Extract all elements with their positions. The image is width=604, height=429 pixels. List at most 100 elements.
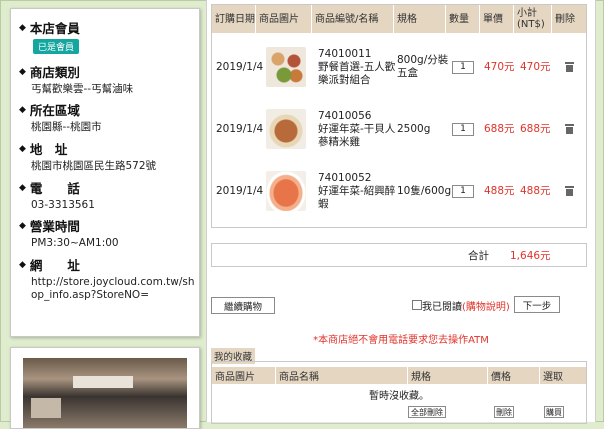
unit-price: 470元	[484, 60, 515, 73]
header-subtotal-line2: (NT$)	[517, 19, 545, 30]
qty-cell: 1	[452, 165, 474, 217]
header-delete: 刪除	[555, 13, 575, 25]
delete-cell	[565, 103, 574, 155]
product-name-line1[interactable]: 好運年菜-干貝人	[318, 123, 395, 136]
atm-warning: *本商店絕不會用電話要求您去操作ATM	[313, 335, 489, 346]
total-label: 合計	[468, 250, 489, 262]
product-name-cell: 74010052 好運年菜-紹興醉 蝦	[318, 165, 395, 217]
trash-icon[interactable]	[565, 62, 574, 72]
category-label: 商店類別	[29, 65, 80, 80]
website-link-line2[interactable]: op_info.asp?StoreNO=	[31, 289, 195, 302]
cart-total-row: 合計 1,646元	[211, 243, 587, 267]
delete-cell	[565, 41, 574, 93]
store-sign-shape	[73, 376, 133, 388]
product-spec-cell: 2500g	[397, 122, 431, 135]
read-prefix: 我已閱讀	[422, 302, 462, 313]
favorites-table: 商品圖片 商品名稱 規格 價格 選取 暫時沒收藏。 全部刪除 刪除 購買	[211, 361, 587, 424]
region-value: 桃園縣--桃園市	[31, 121, 102, 133]
qty-cell: 1	[452, 41, 474, 93]
subtotal: 470元	[520, 60, 551, 73]
header-spec: 規格	[394, 5, 446, 33]
trash-icon[interactable]	[565, 124, 574, 134]
product-code: 74010056	[318, 109, 372, 122]
member-label: 本店會員	[29, 21, 80, 36]
quantity-input[interactable]: 1	[452, 60, 474, 74]
website-label: 網 址	[29, 258, 80, 273]
product-name-line2[interactable]: 蔘精米雞	[318, 136, 360, 149]
cart-row: 2019/1/4 74010011 野餐首選-五人歡 樂派對組合 800g/分裝…	[212, 41, 586, 93]
header-qty: 數量	[446, 5, 480, 33]
product-name-cell: 74010056 好運年菜-干貝人 蔘精米雞	[318, 103, 395, 155]
delete-cell	[565, 165, 574, 217]
buy-favorite-button[interactable]: 購買	[544, 406, 564, 418]
diamond-bullet-icon: ◆	[19, 220, 26, 231]
region-label: 所在區域	[29, 103, 80, 118]
header-name: 商品編號/名稱	[312, 5, 394, 33]
favorites-header-row: 商品圖片 商品名稱 規格 價格 選取	[212, 367, 586, 384]
cart-header-row: 訂購日期 商品圖片 商品編號/名稱 規格 數量 單價 小計 (NT$) 刪除	[212, 5, 586, 33]
diamond-bullet-icon: ◆	[19, 22, 26, 33]
unit-price: 488元	[484, 184, 515, 197]
fav-header-image: 商品圖片	[212, 367, 276, 384]
continue-shopping-button[interactable]: 繼續購物	[211, 297, 275, 314]
total-value: 1,646元	[510, 250, 551, 262]
trash-icon[interactable]	[565, 186, 574, 196]
header-subtotal: 小計 (NT$)	[514, 5, 552, 33]
favorites-empty-text: 暫時沒收藏。	[369, 391, 429, 402]
cart-row-date: 2019/1/4	[216, 184, 264, 197]
header-price: 單價	[480, 5, 514, 33]
diamond-bullet-icon: ◆	[19, 104, 26, 115]
website-section: ◆ 網 址 http://store.joycloud.com.tw/sh op_…	[19, 255, 195, 302]
hours-section: ◆ 營業時間 PM3:30~AM1:00	[19, 216, 119, 250]
next-step-button[interactable]: 下一步	[514, 296, 560, 313]
product-thumb-cell	[266, 41, 306, 93]
product-spec-line1: 800g/分裝	[397, 54, 449, 66]
cart-row-date: 2019/1/4	[216, 60, 264, 73]
member-section: ◆ 本店會員 已是會員	[19, 18, 80, 54]
address-label: 地 址	[29, 142, 68, 157]
fav-header-price: 價格	[488, 367, 540, 384]
diamond-bullet-icon: ◆	[19, 143, 26, 154]
header-subtotal-line1: 小計	[517, 8, 537, 19]
quantity-input[interactable]: 1	[452, 184, 474, 198]
store-counter-shape	[31, 398, 61, 418]
shopping-guide-link[interactable]: (購物說明)	[462, 302, 510, 313]
fav-header-spec: 規格	[408, 367, 488, 384]
website-link-line1[interactable]: http://store.joycloud.com.tw/sh	[31, 276, 195, 289]
subtotal: 688元	[520, 122, 551, 135]
fav-header-select: 選取	[543, 372, 563, 383]
unit-price: 688元	[484, 122, 515, 135]
product-name-line2[interactable]: 樂派對組合	[318, 74, 371, 87]
agree-checkbox[interactable]	[412, 300, 422, 310]
product-image[interactable]	[266, 47, 306, 87]
read-agreement-label: 我已閱讀(購物說明)	[422, 298, 510, 313]
product-image[interactable]	[266, 109, 306, 149]
diamond-bullet-icon: ◆	[19, 182, 26, 193]
product-thumb-cell	[266, 103, 306, 155]
qty-cell: 1	[452, 103, 474, 155]
delete-all-button[interactable]: 全部刪除	[408, 406, 446, 418]
delete-favorite-button[interactable]: 刪除	[494, 406, 514, 418]
store-photo-card	[10, 347, 200, 429]
product-name-line1[interactable]: 好運年菜-紹興醉	[318, 185, 395, 198]
quantity-input[interactable]: 1	[452, 122, 474, 136]
cart-table: 訂購日期 商品圖片 商品編號/名稱 規格 數量 單價 小計 (NT$) 刪除 2…	[211, 4, 587, 228]
subtotal: 488元	[520, 184, 551, 197]
hours-value: PM3:30~AM1:00	[31, 237, 119, 249]
phone-label: 電 話	[29, 181, 80, 196]
cart-row-date: 2019/1/4	[216, 122, 264, 135]
product-name-cell: 74010011 野餐首選-五人歡 樂派對組合	[318, 41, 395, 93]
member-badge: 已是會員	[33, 39, 80, 54]
category-section: ◆ 商店類別 丐幫歡樂雲--丐幫滷味	[19, 62, 133, 96]
product-thumb-cell	[266, 165, 306, 217]
product-name-line1[interactable]: 野餐首選-五人歡	[318, 61, 395, 74]
product-spec-cell: 10隻/600g	[397, 184, 452, 197]
diamond-bullet-icon: ◆	[19, 259, 26, 270]
store-info-card: ◆ 本店會員 已是會員 ◆ 商店類別 丐幫歡樂雲--丐幫滷味 ◆ 所在區域 桃園縣--…	[10, 8, 200, 337]
product-image[interactable]	[266, 171, 306, 211]
product-name-line2[interactable]: 蝦	[318, 198, 329, 211]
product-spec-cell: 800g/分裝 五盒	[397, 41, 448, 93]
region-section: ◆ 所在區域 桃園縣--桃園市	[19, 100, 102, 134]
cart-row: 2019/1/4 74010056 好運年菜-干貝人 蔘精米雞 2500g 1 …	[212, 103, 586, 155]
hours-label: 營業時間	[29, 219, 80, 234]
